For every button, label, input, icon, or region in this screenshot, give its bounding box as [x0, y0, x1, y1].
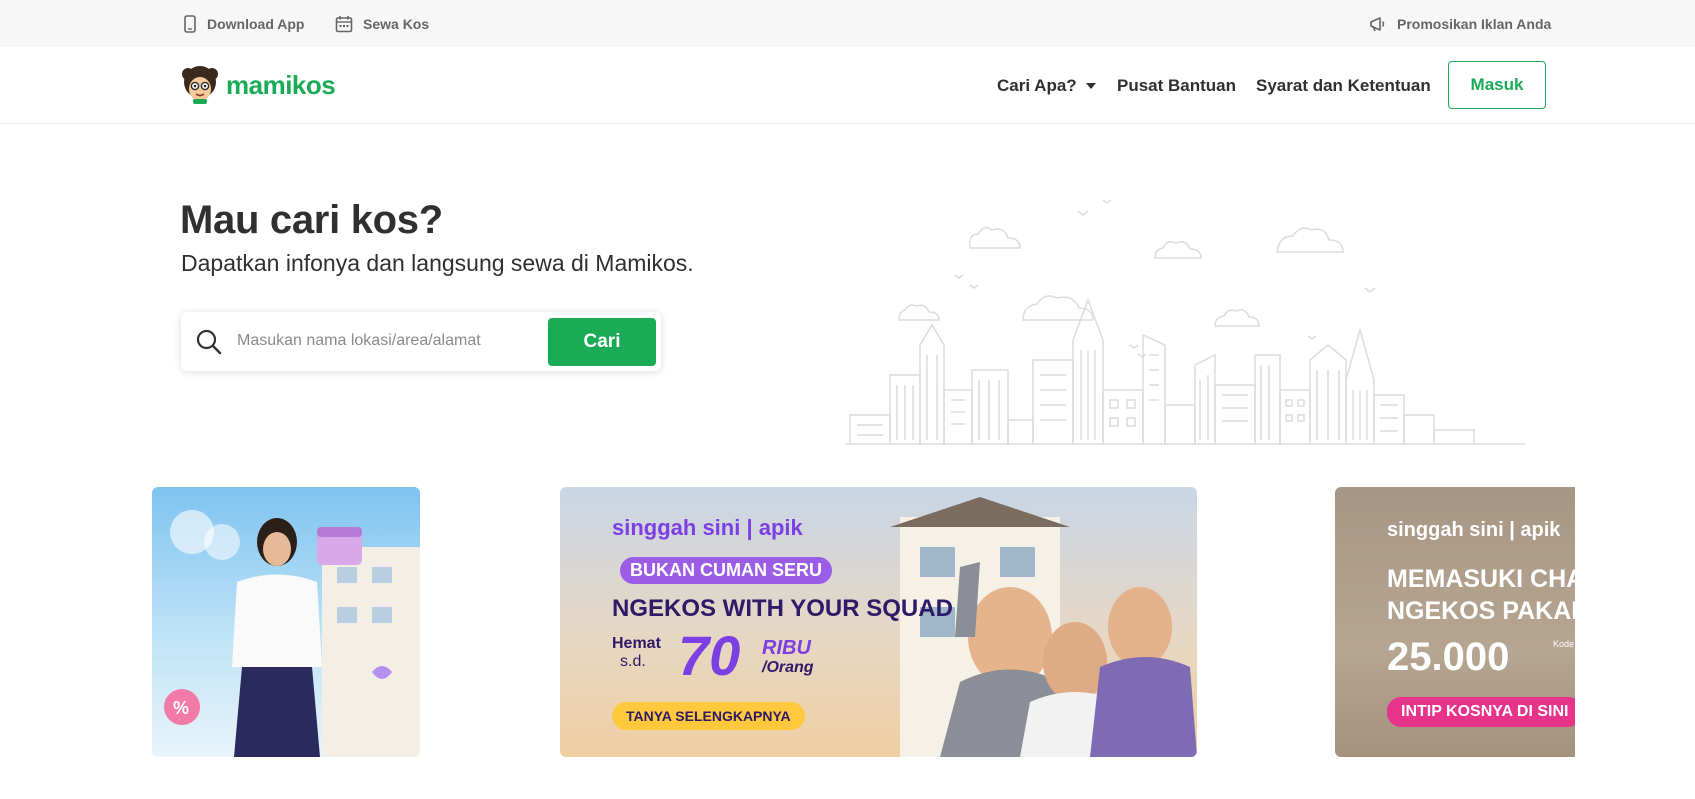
mamikos-logo[interactable]: mamikos [180, 65, 336, 105]
download-app-link[interactable]: Download App [183, 0, 304, 47]
banner-2-tag: BUKAN CUMAN SERU [620, 557, 832, 584]
mamikos-wordmark: mamikos [226, 69, 336, 100]
search-button[interactable]: Cari [548, 318, 656, 366]
banner-3-brand: singgah sini | apik [1387, 519, 1561, 541]
sewa-kos-link[interactable]: Sewa Kos [335, 0, 429, 47]
pusat-bantuan-link[interactable]: Pusat Bantuan [1117, 47, 1236, 124]
hero-subtitle: Dapatkan infonya dan langsung sewa di Ma… [181, 250, 694, 276]
login-button[interactable]: Masuk [1448, 61, 1546, 109]
sewa-kos-label: Sewa Kos [363, 15, 430, 32]
banner-2-amount: 70 [678, 624, 741, 687]
promote-ad-label: Promosikan Iklan Anda [1397, 15, 1552, 32]
phone-icon [184, 14, 196, 33]
search-box: Cari [181, 312, 661, 371]
promo-banner-1[interactable]: % [152, 487, 420, 757]
banner-2-hemat: Hemat [612, 635, 661, 652]
hero-title: Mau cari kos? [180, 198, 443, 242]
svg-text:%: % [173, 698, 189, 718]
banner-3-kode: Kode [1553, 639, 1575, 649]
banner-1-illustration: % [164, 510, 420, 757]
search-input[interactable] [237, 324, 537, 358]
banner-2-sd: s.d. [620, 653, 646, 670]
search-icon [196, 329, 222, 355]
cari-apa-label: Cari Apa? [997, 75, 1077, 95]
promo-banner-3[interactable]: singgah sini | apik MEMASUKI CHAPT NGEKO… [1335, 487, 1575, 757]
syarat-ketentuan-link[interactable]: Syarat dan Ketentuan [1256, 47, 1431, 124]
calendar-icon [335, 15, 353, 32]
main-navbar: mamikos Cari Apa? Pusat Bantuan Syarat d… [0, 47, 1695, 124]
download-app-label: Download App [207, 15, 305, 32]
banner-3-headline-2: NGEKOS PAKAI V [1387, 597, 1575, 625]
banner-3-headline-1: MEMASUKI CHAPT [1387, 565, 1575, 593]
promo-banner-2[interactable]: singgah sini | apik BUKAN CUMAN SERU NGE… [560, 487, 1197, 757]
top-bar: Download App Sewa Kos Promosikan Iklan A… [0, 0, 1695, 47]
banner-3-amount: 25.000 [1387, 635, 1510, 679]
promote-ad-link[interactable]: Promosikan Iklan Anda [1369, 0, 1551, 47]
banner-3-cta[interactable]: INTIP KOSNYA DI SINI [1387, 697, 1575, 727]
banner-2-per: /Orang [762, 659, 814, 676]
banner-2-headline: NGEKOS WITH YOUR SQUAD [612, 595, 953, 622]
syarat-ketentuan-label: Syarat dan Ketentuan [1256, 75, 1431, 95]
city-skyline-illustration [845, 199, 1525, 445]
banner-2-brand: singgah sini | apik [612, 515, 803, 540]
banner-2-cta[interactable]: TANYA SELENGKAPNYA [612, 702, 805, 730]
banner-2-unit: RIBU [762, 637, 811, 659]
pusat-bantuan-label: Pusat Bantuan [1117, 75, 1237, 95]
mamikos-mascot-icon [182, 66, 218, 104]
megaphone-icon [1370, 16, 1385, 31]
cari-apa-dropdown[interactable]: Cari Apa? [997, 47, 1097, 124]
caret-down-icon [1085, 82, 1096, 89]
